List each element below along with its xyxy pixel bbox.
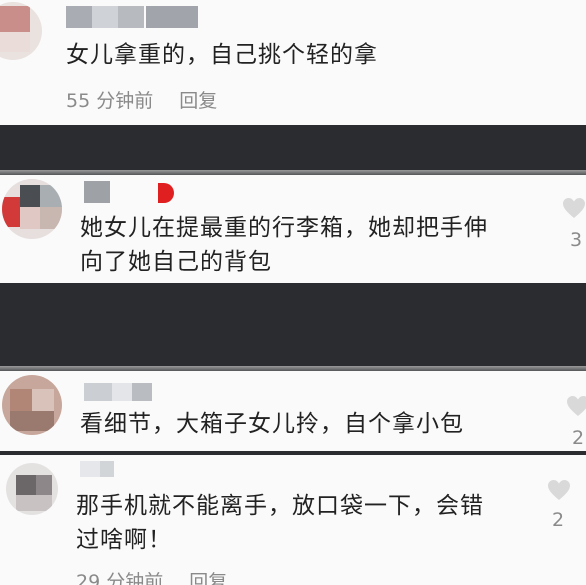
- comment-time: 55 分钟前: [66, 90, 154, 112]
- comment-text-line-2: 过啥啊！: [76, 527, 172, 553]
- heart-icon[interactable]: [562, 197, 586, 219]
- comment-card-1: 女儿拿重的，自己挑个轻的拿 55 分钟前 回复: [0, 0, 586, 125]
- comment-card-2: 她女儿在提最重的行李箱，她却把手伸 向了她自己的背包 3: [0, 175, 586, 283]
- heart-icon[interactable]: [546, 479, 572, 501]
- comment-text-line-2: 向了她自己的背包: [80, 249, 272, 275]
- avatar[interactable]: [0, 2, 42, 60]
- comment-card-4: 那手机就不能离手，放口袋一下，会错 过啥啊！ 2 29 分钟前 回复: [0, 455, 586, 585]
- comment-meta: 55 分钟前 回复: [66, 90, 217, 112]
- comment-text: 看细节，大箱子女儿拎，自个拿小包: [80, 411, 464, 437]
- comment-time: 29 分钟前: [76, 571, 164, 585]
- avatar[interactable]: [2, 375, 62, 435]
- comment-card-3: 看细节，大箱子女儿拎，自个拿小包 2: [0, 371, 586, 451]
- like-count: 3: [570, 229, 583, 251]
- comment-meta: 29 分钟前 回复: [76, 571, 227, 585]
- avatar[interactable]: [6, 463, 58, 515]
- comment-text-line-1: 她女儿在提最重的行李箱，她却把手伸: [80, 215, 488, 241]
- reply-button[interactable]: 回复: [179, 90, 217, 112]
- comment-text: 女儿拿重的，自己挑个轻的拿: [66, 42, 378, 68]
- reply-button[interactable]: 回复: [189, 571, 227, 585]
- like-count: 2: [552, 509, 565, 531]
- comment-text-line-1: 那手机就不能离手，放口袋一下，会错: [76, 493, 484, 519]
- like-count: 2: [572, 427, 585, 449]
- avatar[interactable]: [2, 179, 62, 239]
- heart-icon[interactable]: [566, 395, 586, 417]
